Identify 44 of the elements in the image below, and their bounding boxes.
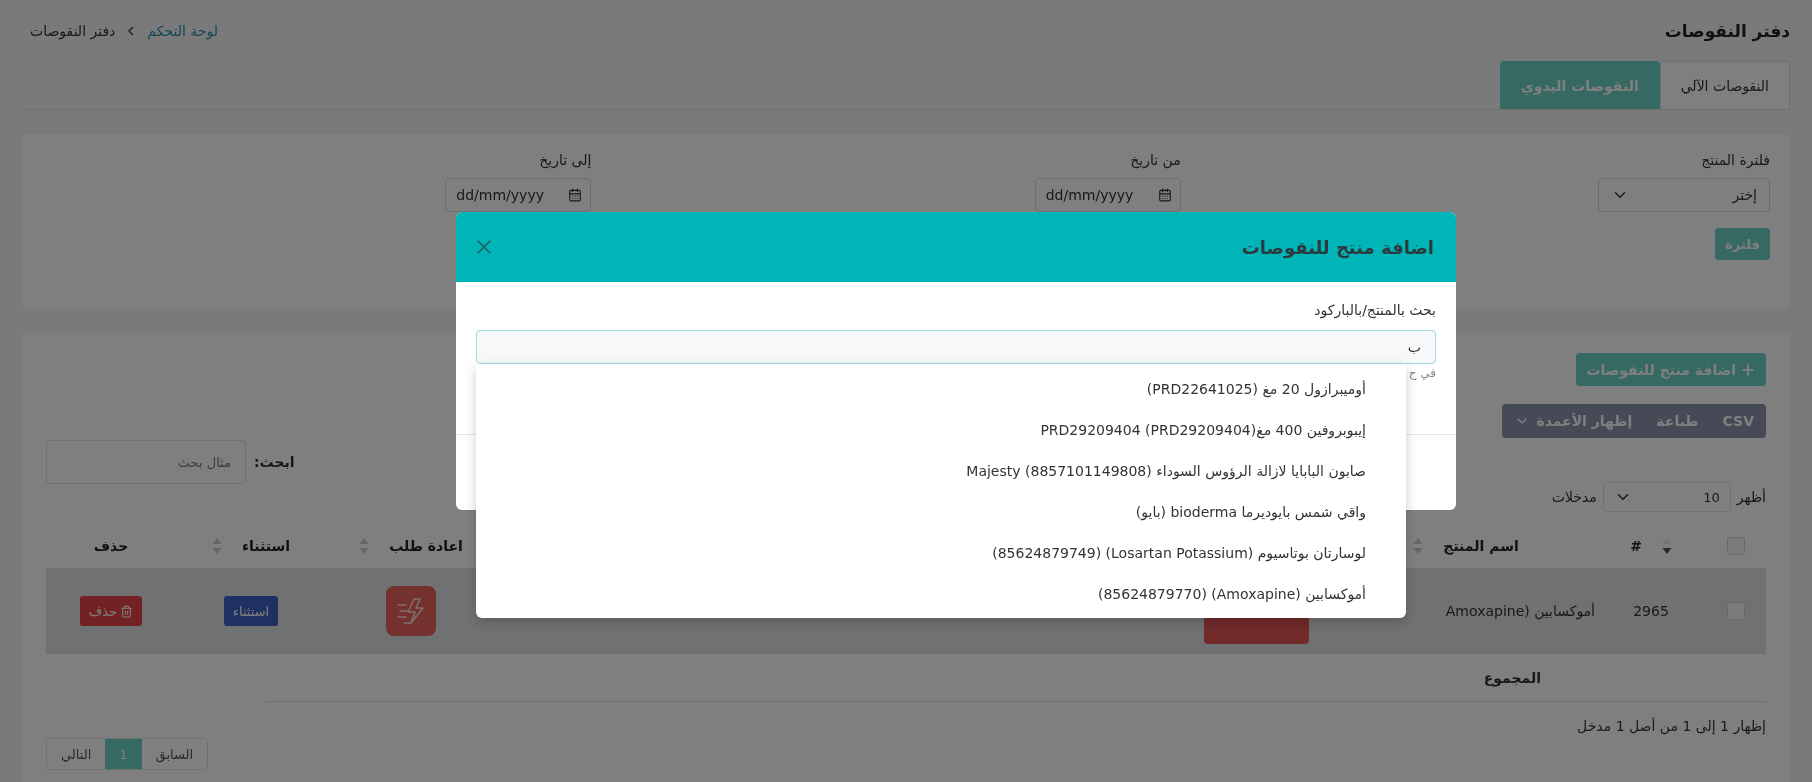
column-header[interactable]: استثناء	[241, 538, 291, 554]
total-label: المجموع	[1483, 669, 1541, 686]
column-header[interactable]: اسم المنتج	[1443, 538, 1519, 554]
field-label: فلترة المنتج	[1701, 152, 1770, 168]
search-label: ابحث:	[254, 454, 295, 470]
trash-icon	[120, 604, 134, 618]
field-label: بحث بالمنتج/بالباركود	[1313, 302, 1436, 318]
lightning-icon	[396, 597, 426, 625]
calendar-icon	[1157, 188, 1172, 202]
field-label: من تاريخ	[1130, 152, 1181, 168]
column-header[interactable]: اعادة طلب	[389, 538, 463, 554]
product-select[interactable]: إختر	[1598, 178, 1770, 212]
suggestion-item[interactable]: لوسارتان بوتاسيوم (Losartan Potassium) (85624879749)	[476, 532, 1406, 573]
delete-button[interactable]: حذف	[79, 596, 143, 626]
date-field[interactable]: dd/mm/yyyy	[1034, 178, 1181, 212]
modal-title: اضافة منتج للنقوصات	[1241, 236, 1434, 258]
page-title: دفتر النقوصات	[1664, 21, 1790, 41]
tab[interactable]: النقوصات الآلي	[1659, 61, 1790, 109]
reorder-button[interactable]	[386, 586, 436, 636]
sort-icon[interactable]	[1661, 537, 1672, 555]
product-search-field[interactable]: ب	[476, 330, 1436, 364]
suggestion-item[interactable]: واقي شمس بايوديرما bioderma (بايو)	[476, 491, 1406, 532]
search-field[interactable]: مثال بحث	[46, 440, 246, 484]
breadcrumb-current: دفتر النقوصات	[30, 23, 116, 39]
column-header[interactable]: #	[1630, 538, 1642, 554]
suggestion-item[interactable]: أوميبرازول 20 مغ (PRD22641025)	[476, 368, 1406, 409]
suggestion-item[interactable]: أموكسابين (Amoxapine) (85624879770)	[476, 573, 1406, 614]
length-suffix: مدخلات	[1551, 489, 1597, 505]
suggestion-item[interactable]: صابون البابايا لازالة الرؤوس السوداء (8857101149808) Majesty	[476, 450, 1406, 491]
calendar-icon	[568, 188, 583, 202]
date-field[interactable]: dd/mm/yyyy	[445, 178, 592, 212]
field-hint: في ح	[1407, 366, 1436, 380]
plus-icon	[1740, 361, 1756, 378]
column-header: حذف	[93, 538, 129, 554]
table-info: إظهار 1 إلى 1 من أصل 1 مدخل	[1577, 718, 1766, 734]
breadcrumb-link[interactable]: لوحة التحكم	[147, 23, 218, 39]
exception-button[interactable]: استثناء	[223, 596, 279, 626]
chevron-icon	[127, 26, 136, 36]
field-label: إلى تاريخ	[539, 152, 592, 168]
length-prefix: أظهر	[1736, 489, 1766, 505]
page-length-select[interactable]: 10	[1602, 482, 1731, 512]
suggestion-item[interactable]: إيبوبروفين 400 مغ(PRD29209404) PRD29209404	[476, 409, 1406, 450]
table-cell: 2965	[1633, 603, 1669, 619]
table-cell: أموكسابين (Amoxapine	[1445, 603, 1595, 619]
